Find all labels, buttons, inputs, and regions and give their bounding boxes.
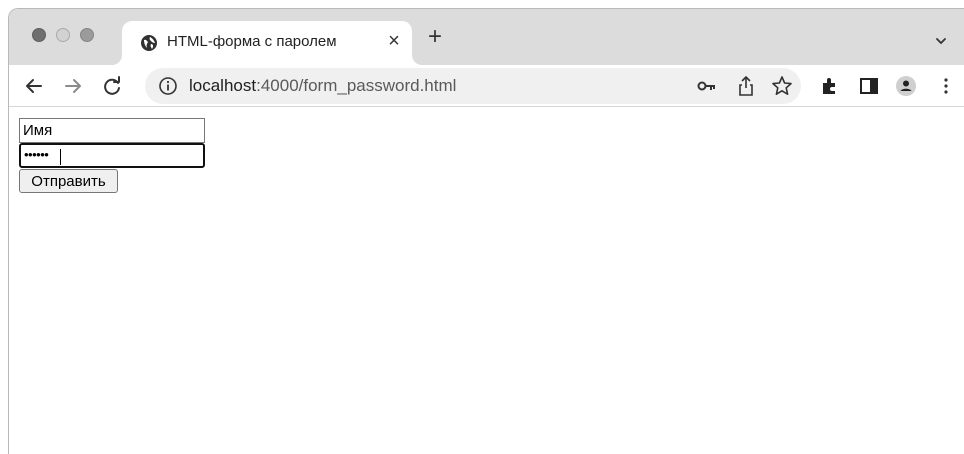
name-input[interactable] (19, 118, 205, 143)
plus-icon[interactable]: + (425, 25, 445, 49)
close-icon[interactable]: × (384, 31, 404, 51)
globe-icon (141, 35, 157, 51)
star-icon[interactable] (771, 75, 793, 97)
url-text[interactable]: localhost:4000/form_password.html (189, 76, 456, 96)
password-input[interactable]: •••••• (19, 143, 205, 168)
browser-tab-active[interactable]: HTML-форма с паролем × (122, 21, 412, 65)
page-content: •••••• Отправить (9, 108, 964, 454)
password-masked-value: •••••• (24, 147, 49, 162)
text-cursor (60, 149, 61, 165)
traffic-light-maximize-icon[interactable] (80, 28, 94, 42)
profile-avatar-icon[interactable] (895, 75, 917, 97)
forward-arrow-icon[interactable] (62, 75, 84, 97)
tab-strip: HTML-форма с паролем × + (9, 9, 964, 65)
submit-button[interactable]: Отправить (19, 169, 118, 193)
key-icon[interactable] (696, 77, 718, 95)
chevron-down-icon[interactable] (935, 35, 947, 47)
tab-title: HTML-форма с паролем (167, 33, 337, 50)
traffic-light-close-icon[interactable] (32, 28, 46, 42)
url-host: localhost (189, 76, 257, 95)
info-icon[interactable] (158, 76, 178, 96)
url-path: :4000/form_password.html (256, 76, 457, 95)
reload-icon[interactable] (101, 75, 123, 97)
address-bar[interactable]: localhost:4000/form_password.html (145, 68, 801, 104)
browser-window: HTML-форма с паролем × + localhost:4000/… (8, 8, 964, 454)
back-arrow-icon[interactable] (23, 75, 45, 97)
more-menu-icon[interactable] (935, 75, 957, 97)
share-icon[interactable] (736, 75, 756, 97)
traffic-light-minimize-icon[interactable] (56, 28, 70, 42)
side-panel-icon[interactable] (858, 75, 880, 97)
browser-toolbar: localhost:4000/form_password.html (9, 65, 964, 107)
extensions-puzzle-icon[interactable] (819, 75, 841, 97)
